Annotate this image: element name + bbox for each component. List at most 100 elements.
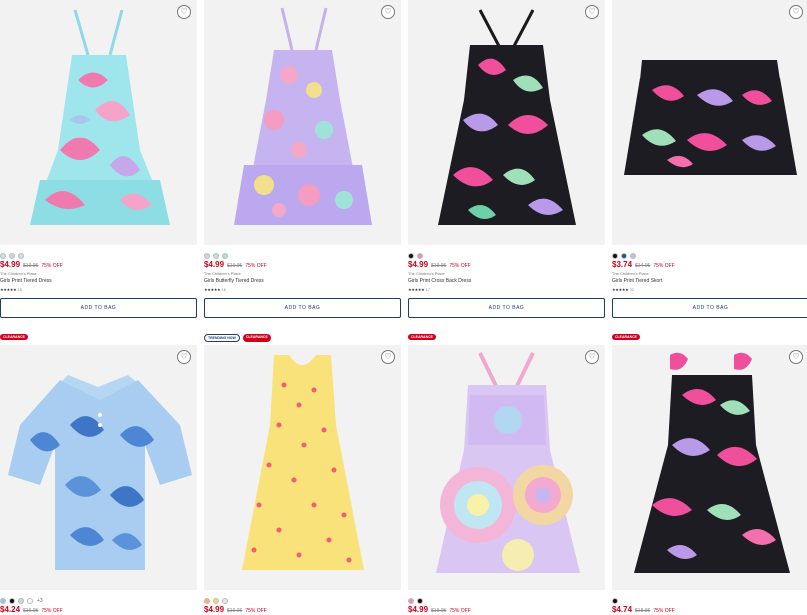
swatch[interactable] [408,252,414,259]
swatch[interactable] [18,252,24,259]
discount-label: 75% OFF [653,608,675,614]
price-row: $4.99 $19.95 75% OFF [204,605,267,614]
heart-icon[interactable]: ♡ [585,350,599,364]
color-swatches [0,252,24,259]
heart-icon[interactable]: ♡ [789,350,803,364]
clearance-badge: CLEARANCE [408,334,436,340]
price-row: $3.74 $14.95 75% OFF [612,260,675,269]
swatch[interactable] [222,597,228,604]
sale-price: $4.99 [204,260,225,269]
heart-icon[interactable]: ♡ [381,5,395,19]
add-to-bag-button[interactable]: ADD TO BAG [408,298,605,318]
swatch[interactable] [0,252,6,259]
swatch[interactable] [0,597,6,604]
color-swatches [612,252,636,259]
color-swatches [408,252,423,259]
product-name[interactable]: Girls Print Tiered Dress [0,278,52,284]
product-image[interactable]: ♡ [0,0,197,245]
sale-price: $4.74 [612,605,633,614]
original-price: $19.95 [227,263,243,269]
price-row: $4.99 $19.95 75% OFF [408,260,471,269]
heart-icon[interactable]: ♡ [585,5,599,19]
add-to-bag-button[interactable]: ADD TO BAG [0,298,197,318]
swatch[interactable] [204,252,210,259]
dress-illustration [30,9,170,225]
price-row: $4.24 $16.95 75% OFF [0,605,63,614]
swatch[interactable] [612,597,618,604]
rating: ★★★★★ 22 [612,287,634,292]
product-image[interactable]: ♡ [204,345,401,590]
review-count: 22 [629,287,635,292]
clearance-badge: CLEARANCE [0,334,28,340]
dress-illustration [242,355,364,570]
color-swatches [612,597,618,604]
discount-label: 75% OFF [41,263,63,269]
sale-price: $4.99 [204,605,225,614]
swatch[interactable] [18,597,24,604]
badge-row: CLEARANCE [0,334,28,340]
star-rating-icon: ★★★★★ [612,287,629,292]
heart-icon[interactable]: ♡ [177,350,191,364]
dress-illustration [234,7,372,225]
skort-illustration [624,60,797,175]
original-price: $19.95 [431,263,447,269]
price-row: $4.99 $19.95 75% OFF [408,605,471,614]
original-price: $19.95 [23,263,39,269]
product-name[interactable]: Girls Print Tiered Skort [612,278,662,284]
swatch[interactable] [9,252,15,259]
sale-price: $4.99 [408,605,429,614]
add-to-bag-button[interactable]: ADD TO BAG [612,298,807,318]
trending-badge: TRENDING NOW [204,334,240,342]
swatch[interactable] [9,597,15,604]
sale-price: $4.99 [0,260,21,269]
swatch[interactable] [612,252,618,259]
clearance-badge: CLEARANCE [242,334,271,342]
add-to-bag-button[interactable]: ADD TO BAG [204,298,401,318]
discount-label: 75% OFF [449,608,471,614]
color-swatches [408,597,423,604]
product-image[interactable]: ♡ [612,345,807,590]
heart-icon[interactable]: ♡ [789,5,803,19]
swatch[interactable] [417,252,423,259]
original-price: $14.95 [635,263,651,269]
product-image[interactable]: ♡ [408,0,605,245]
heart-icon[interactable]: ♡ [381,350,395,364]
review-count: 16 [221,287,227,292]
sale-price: $4.24 [0,605,21,614]
more-colors[interactable]: +3 [37,598,43,604]
product-image[interactable]: ♡ [0,345,197,590]
brand-name: The Children's Place [0,271,37,276]
clearance-badge: CLEARANCE [612,334,640,340]
swatch[interactable] [408,597,414,604]
swatch[interactable] [27,597,33,604]
star-rating-icon: ★★★★★ [204,287,221,292]
swatch[interactable] [204,597,210,604]
swatch[interactable] [417,597,423,604]
badge-row: CLEARANCE [408,334,436,340]
badge-row: TRENDING NOW CLEARANCE [204,334,271,342]
swatch[interactable] [630,252,636,259]
swatch[interactable] [213,597,219,604]
swatch[interactable] [621,252,627,259]
product-name[interactable]: Girls Butterfly Tiered Dress [204,278,264,284]
original-price: $19.95 [227,608,243,614]
price-row: $4.99 $19.95 75% OFF [204,260,267,269]
discount-label: 75% OFF [245,608,267,614]
swatch[interactable] [213,252,219,259]
rating: ★★★★★ 16 [0,287,22,292]
color-swatches: +3 [0,597,43,604]
swatch[interactable] [222,252,228,259]
product-image[interactable]: ♡ [408,345,605,590]
brand-name: The Children's Place [408,271,445,276]
review-count: 17 [425,287,431,292]
original-price: $18.95 [635,608,651,614]
product-image[interactable]: ♡ [204,0,401,245]
polo-shirt-illustration [8,375,192,570]
original-price: $16.95 [23,608,39,614]
heart-icon[interactable]: ♡ [177,5,191,19]
color-swatches [204,597,228,604]
star-rating-icon: ★★★★★ [408,287,425,292]
product-name[interactable]: Girls Print Cross Back Dress [408,278,471,284]
product-image[interactable]: ♡ [612,0,807,245]
rating: ★★★★★ 17 [408,287,430,292]
